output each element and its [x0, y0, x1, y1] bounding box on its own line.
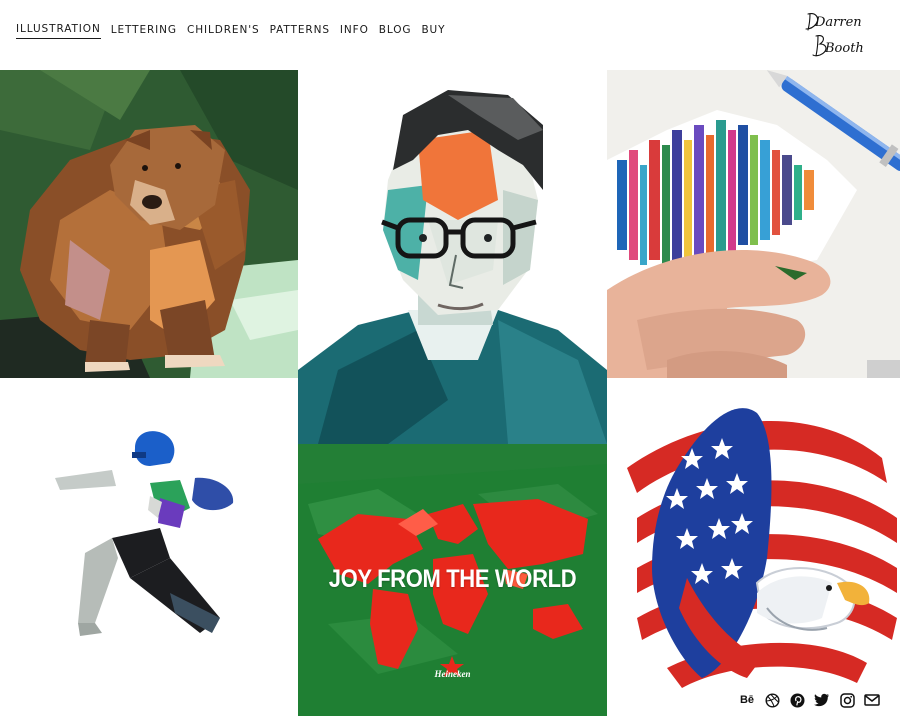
gallery-tile-runner[interactable] [0, 378, 298, 716]
behance-icon[interactable]: Bē [739, 692, 755, 708]
nav-item-patterns[interactable]: PATTERNS [270, 24, 330, 39]
nav-item-blog[interactable]: BLOG [379, 24, 412, 39]
eagle-flag-illustration [607, 378, 900, 716]
main-nav: ILLUSTRATION LETTERING CHILDREN'S PATTER… [16, 23, 455, 39]
social-links: Bē [739, 692, 880, 708]
logo-line-2: Booth [824, 41, 864, 56]
nav-item-lettering[interactable]: LETTERING [111, 24, 177, 39]
gallery-tile-portrait[interactable] [298, 70, 607, 444]
nav-item-buy[interactable]: BUY [421, 24, 445, 39]
dribbble-icon[interactable] [764, 692, 780, 708]
twitter-icon[interactable] [814, 692, 830, 708]
gallery-tile-poster[interactable]: JOY FROM THE WORLD Heineken [298, 444, 607, 716]
instagram-icon[interactable] [839, 692, 855, 708]
email-icon[interactable] [864, 692, 880, 708]
poster-headline: JOY FROM THE WORLD [328, 565, 577, 593]
nav-item-childrens[interactable]: CHILDREN'S [187, 24, 260, 39]
gallery-tile-bear[interactable] [0, 70, 298, 378]
gallery-tile-eagle[interactable] [607, 378, 900, 716]
gallery-tile-collage[interactable] [607, 70, 900, 378]
runner-illustration [0, 378, 298, 716]
poster-brand: Heineken [434, 669, 471, 679]
signature-logo[interactable]: Darren Booth [802, 6, 872, 62]
logo-line-1: Darren [814, 15, 862, 30]
portrait-illustration [298, 70, 607, 444]
nav-item-info[interactable]: INFO [340, 24, 369, 39]
nav-item-illustration[interactable]: ILLUSTRATION [16, 23, 101, 39]
pinterest-icon[interactable] [789, 692, 805, 708]
collage-illustration [607, 70, 900, 378]
bear-illustration [0, 70, 298, 378]
